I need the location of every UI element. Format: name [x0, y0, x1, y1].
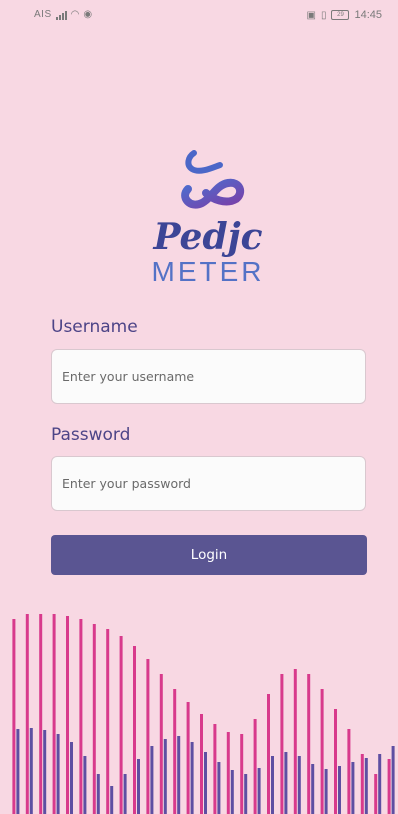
logo-wordmark-bottom: METER	[151, 256, 265, 287]
wave-bar-pink	[173, 689, 177, 814]
wave-bar-purple	[364, 758, 368, 814]
foot-logo-icon	[181, 150, 245, 209]
nfc-icon: ▣	[306, 9, 316, 21]
wave-bar-pink	[106, 629, 110, 814]
wave-bar-pink	[92, 624, 96, 814]
decorative-wave-bars	[12, 614, 395, 814]
wave-bar-pink	[119, 636, 123, 814]
wave-bar-purple	[96, 774, 100, 814]
wave-bar-pink	[146, 659, 150, 814]
vibrate-icon: ▯	[320, 9, 327, 21]
wave-bar-pink	[226, 732, 230, 814]
wave-bar-purple	[311, 764, 315, 814]
wave-bar-purple	[43, 730, 47, 814]
wave-bar-pink	[12, 619, 16, 814]
wave-bar-purple	[338, 766, 341, 814]
battery-icon: 29	[331, 10, 350, 20]
username-label: Username	[51, 317, 138, 337]
wave-bar-pink	[240, 734, 244, 814]
eye-icon: ◉	[83, 9, 93, 20]
status-left: AIS ◠ ◉	[34, 9, 92, 20]
status-right: ▣ ▯ 29 14:45	[307, 9, 383, 21]
wave-bar-pink	[374, 774, 378, 814]
app-logo: Pedjc METER	[128, 145, 288, 295]
wave-bar-pink	[320, 689, 324, 814]
wave-bar-pink	[253, 719, 257, 814]
wave-bar-purple	[230, 770, 234, 814]
wave-bar-purple	[190, 742, 194, 814]
password-label: Password	[51, 425, 131, 445]
wave-bar-pink	[66, 616, 69, 814]
wave-bar-pink	[267, 694, 270, 814]
wave-bar-purple	[244, 774, 248, 814]
wave-bar-purple	[271, 756, 274, 814]
wave-bar-pink	[360, 754, 364, 814]
wave-bar-purple	[163, 739, 167, 814]
wave-bar-purple	[257, 768, 261, 814]
login-screen: AIS ◠ ◉ ▣ ▯ 29 14:45 Pedjc METER Usernam…	[11, 0, 398, 814]
wave-bar-pink	[186, 702, 190, 814]
wave-bar-pink	[293, 669, 297, 814]
wave-bar-purple	[70, 742, 73, 814]
wave-bar-pink	[334, 709, 337, 814]
signal-icon	[55, 10, 67, 20]
wave-bar-purple	[137, 759, 140, 814]
status-bar: AIS ◠ ◉ ▣ ▯ 29 14:45	[11, 0, 398, 28]
wave-bar-purple	[29, 728, 33, 814]
wave-bar-pink	[159, 674, 163, 814]
wave-bar-purple	[391, 746, 395, 814]
wave-bar-purple	[378, 754, 382, 814]
wave-bar-pink	[307, 674, 311, 814]
wave-bar-pink	[200, 714, 203, 814]
wave-bar-pink	[39, 614, 43, 814]
wave-bar-purple	[177, 736, 181, 814]
wave-bar-purple	[110, 786, 114, 814]
logo-wordmark-top: Pedjc	[153, 216, 263, 258]
wifi-icon: ◠	[70, 9, 80, 20]
wave-bar-pink	[79, 619, 83, 814]
clock: 14:45	[354, 9, 382, 21]
wave-bar-purple	[297, 756, 301, 814]
wave-bar-pink	[347, 729, 351, 814]
wave-bar-purple	[324, 769, 328, 814]
username-input[interactable]	[51, 349, 366, 404]
wave-bar-pink	[387, 759, 391, 814]
wave-bar-purple	[123, 774, 127, 814]
wave-bar-pink	[280, 674, 284, 814]
wave-bar-purple	[351, 762, 355, 814]
wave-bar-purple	[284, 752, 288, 814]
wave-bar-purple	[83, 756, 87, 814]
wave-bar-pink	[25, 614, 29, 814]
wave-bar-purple	[16, 729, 20, 814]
wave-bar-pink	[52, 614, 56, 814]
carrier-label: AIS	[34, 9, 52, 20]
password-input[interactable]	[51, 456, 366, 511]
login-button[interactable]: Login	[51, 535, 367, 575]
wave-bar-purple	[150, 746, 154, 814]
wave-bar-purple	[56, 734, 60, 814]
wave-bar-purple	[204, 752, 207, 814]
wave-bar-pink	[213, 724, 217, 814]
wave-bar-pink	[133, 646, 136, 814]
wave-bar-purple	[217, 762, 221, 814]
